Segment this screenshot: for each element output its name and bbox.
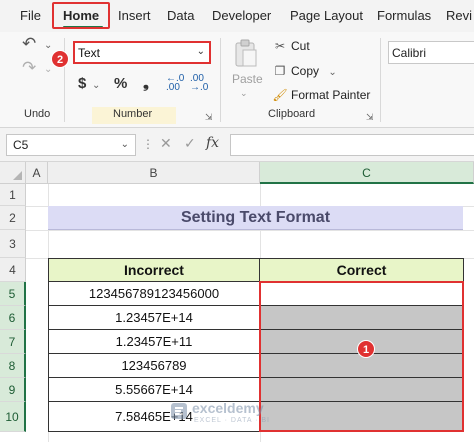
incorrect-cell[interactable]: 5.55667E+14: [48, 378, 260, 402]
undo-icon[interactable]: ↶: [22, 34, 36, 54]
home-tab-highlight: [52, 2, 110, 29]
group-separator: [220, 38, 221, 122]
number-format-dropdown[interactable]: Text ⌄: [73, 41, 211, 64]
comma-style-icon[interactable]: ❟: [143, 75, 149, 92]
row-header-10[interactable]: 10: [0, 402, 26, 432]
tab-file[interactable]: File: [20, 8, 41, 23]
format-painter-label: Format Painter: [291, 88, 371, 102]
incorrect-cell[interactable]: 123456789: [48, 354, 260, 378]
name-box-value: C5: [13, 138, 29, 152]
paste-icon[interactable]: [234, 38, 258, 68]
worksheet-grid: A B C 1 2 3 4 5 6 7 8 9 10 Setting Text …: [0, 162, 474, 442]
chevron-down-icon: ⌄: [196, 46, 205, 57]
ribbon: ↶ ⌄ ↷ ⌄ Undo 2 Text ⌄ $ ⌄ % ❟ ←.0 .00 .0…: [0, 32, 474, 128]
row-header-7[interactable]: 7: [0, 330, 26, 354]
group-separator: [380, 38, 381, 122]
redo-icon[interactable]: ↷: [22, 58, 36, 78]
incorrect-cell[interactable]: 1.23457E+14: [48, 306, 260, 330]
currency-icon[interactable]: $: [78, 75, 86, 92]
paste-label[interactable]: Paste: [232, 72, 263, 86]
formula-input[interactable]: [230, 134, 474, 156]
tab-insert[interactable]: Insert: [118, 8, 151, 23]
row-header-1[interactable]: 1: [0, 184, 26, 206]
format-painter-button[interactable]: 🖌 Format Painter: [272, 88, 370, 102]
row-header-8[interactable]: 8: [0, 354, 26, 378]
name-box[interactable]: C5 ⌄: [6, 134, 136, 156]
paste-dropdown-icon[interactable]: ⌄: [240, 88, 248, 99]
row-header-2[interactable]: 2: [0, 206, 26, 230]
chevron-down-icon[interactable]: ⌄: [121, 139, 129, 150]
number-format-value: Text: [78, 46, 101, 60]
row-header-5[interactable]: 5: [0, 282, 26, 306]
row-header-6[interactable]: 6: [0, 306, 26, 330]
watermark-tagline: EXCEL · DATA · BI: [194, 417, 270, 424]
number-dialog-launcher-icon[interactable]: ⇲: [205, 112, 213, 123]
percent-icon[interactable]: %: [114, 75, 127, 92]
undo-dropdown-icon[interactable]: ⌄: [44, 40, 52, 51]
font-name-dropdown[interactable]: Calibri: [388, 41, 474, 64]
redo-dropdown-icon[interactable]: ⌄: [44, 64, 52, 75]
cancel-icon[interactable]: ✕: [160, 135, 172, 152]
clipboard-dialog-launcher-icon[interactable]: ⇲: [366, 112, 374, 123]
header-incorrect: Incorrect: [48, 258, 260, 282]
clipboard-group-label: Clipboard: [268, 108, 316, 120]
scissors-icon: ✂: [274, 39, 286, 53]
row-header-9[interactable]: 9: [0, 378, 26, 402]
copy-icon: ❐: [274, 64, 286, 78]
decrease-decimal-icon[interactable]: .00 →.0: [190, 74, 208, 93]
increase-decimal-icon[interactable]: ←.0 .00: [166, 74, 184, 93]
paintbrush-icon: 🖌: [272, 88, 288, 102]
number-group-label: Number: [113, 108, 153, 120]
column-header-b[interactable]: B: [48, 162, 260, 184]
tab-formulas[interactable]: Formulas: [377, 8, 431, 23]
copy-dropdown-icon[interactable]: ⌄: [328, 67, 336, 78]
tab-page-layout[interactable]: Page Layout: [290, 8, 363, 23]
incorrect-cell[interactable]: 1.23457E+11: [48, 330, 260, 354]
column-header-a[interactable]: A: [26, 162, 48, 184]
step-1-badge: 1: [357, 340, 375, 358]
sheet-title: Setting Text Format: [48, 206, 463, 230]
header-correct: Correct: [259, 258, 464, 282]
copy-button[interactable]: ❐ Copy ⌄: [272, 64, 337, 78]
cut-button[interactable]: ✂ Cut: [272, 39, 310, 53]
exceldemy-logo-icon: [171, 403, 187, 419]
row-header-3[interactable]: 3: [0, 230, 26, 258]
enter-icon[interactable]: ✓: [184, 135, 196, 152]
font-name-value: Calibri: [392, 46, 427, 60]
column-header-c[interactable]: C: [260, 162, 474, 184]
ribbon-tab-bar: File Home Insert Data Developer Page Lay…: [0, 0, 474, 32]
tab-developer[interactable]: Developer: [212, 8, 271, 23]
select-all-corner[interactable]: [0, 162, 26, 184]
incorrect-cell[interactable]: 123456789123456000: [48, 282, 260, 306]
cut-label: Cut: [291, 39, 310, 53]
formula-bar: C5 ⌄ ⋮ ✕ ✓ fx: [0, 128, 474, 162]
insert-function-icon[interactable]: fx: [206, 135, 219, 151]
watermark-name: exceldemy: [192, 400, 264, 416]
formula-bar-buttons: ✕ ✓ fx: [152, 134, 228, 156]
tab-data[interactable]: Data: [167, 8, 194, 23]
currency-dropdown-icon[interactable]: ⌄: [92, 80, 100, 91]
row-header-4[interactable]: 4: [0, 258, 26, 282]
copy-label: Copy: [291, 64, 320, 78]
undo-group-label: Undo: [24, 108, 51, 120]
step-2-badge: 2: [51, 50, 69, 68]
tab-review[interactable]: Revi: [446, 8, 472, 23]
